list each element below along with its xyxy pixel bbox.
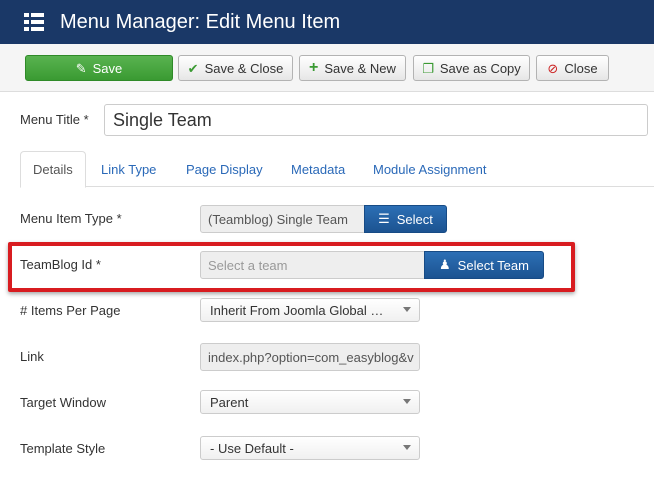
save-close-button-label: Save & Close: [204, 60, 284, 76]
chevron-down-icon: [403, 399, 411, 404]
link-label: Link: [20, 349, 44, 364]
save-button-label: Save: [92, 60, 123, 76]
close-button-label: Close: [564, 60, 598, 76]
copy-icon: ❐: [422, 60, 434, 76]
chevron-down-icon: [403, 445, 411, 450]
items-per-page-select[interactable]: Inherit From Joomla Global C...: [200, 298, 420, 322]
plus-icon: +: [309, 59, 319, 76]
save-button[interactable]: ✎ Save: [25, 55, 173, 81]
page-title: Menu Manager: Edit Menu Item: [60, 10, 341, 33]
save-as-copy-button-label: Save as Copy: [439, 60, 521, 76]
menu-item-type-label: Menu Item Type *: [20, 211, 122, 226]
save-new-button[interactable]: + Save & New: [299, 55, 406, 81]
chevron-down-icon: [403, 307, 411, 312]
check-icon: ✔: [187, 60, 199, 76]
menu-item-type-field: (Teamblog) Single Team: [200, 205, 366, 233]
edit-icon: ✎: [75, 60, 87, 76]
template-style-select[interactable]: - Use Default -: [200, 436, 420, 460]
list-icon: [24, 13, 44, 31]
target-window-value: Parent: [210, 394, 249, 410]
menu-title-input[interactable]: Single Team: [104, 104, 648, 136]
target-window-label: Target Window: [20, 395, 106, 410]
select-button-label: Select: [396, 211, 433, 227]
close-button[interactable]: ⊘ Close: [536, 55, 609, 81]
save-as-copy-button[interactable]: ❐ Save as Copy: [413, 55, 530, 81]
save-close-button[interactable]: ✔ Save & Close: [178, 55, 293, 81]
tab-page-display[interactable]: Page Display: [186, 151, 263, 187]
items-per-page-label: # Items Per Page: [20, 303, 121, 318]
list-icon: ☰: [378, 211, 390, 226]
page-header: Menu Manager: Edit Menu Item: [0, 0, 654, 44]
link-field: index.php?option=com_easyblog&v: [200, 343, 420, 371]
tab-metadata[interactable]: Metadata: [291, 151, 345, 187]
highlight-box: [8, 242, 575, 292]
tab-bar: Details Link Type Page Display Metadata …: [20, 151, 654, 188]
tab-link-type[interactable]: Link Type: [101, 151, 156, 187]
tab-details[interactable]: Details: [20, 151, 86, 188]
template-style-label: Template Style: [20, 441, 106, 456]
items-per-page-value: Inherit From Joomla Global C...: [210, 302, 390, 318]
select-menu-item-type-button[interactable]: ☰ Select: [364, 205, 447, 233]
menu-title-label: Menu Title *: [20, 112, 89, 127]
save-new-button-label: Save & New: [324, 60, 396, 76]
toolbar: ✎ Save ✔ Save & Close + Save & New ❐ Sav…: [0, 44, 654, 92]
target-window-select[interactable]: Parent: [200, 390, 420, 414]
tab-module-assignment[interactable]: Module Assignment: [373, 151, 486, 187]
cancel-icon: ⊘: [547, 60, 559, 76]
template-style-value: - Use Default -: [210, 440, 294, 456]
